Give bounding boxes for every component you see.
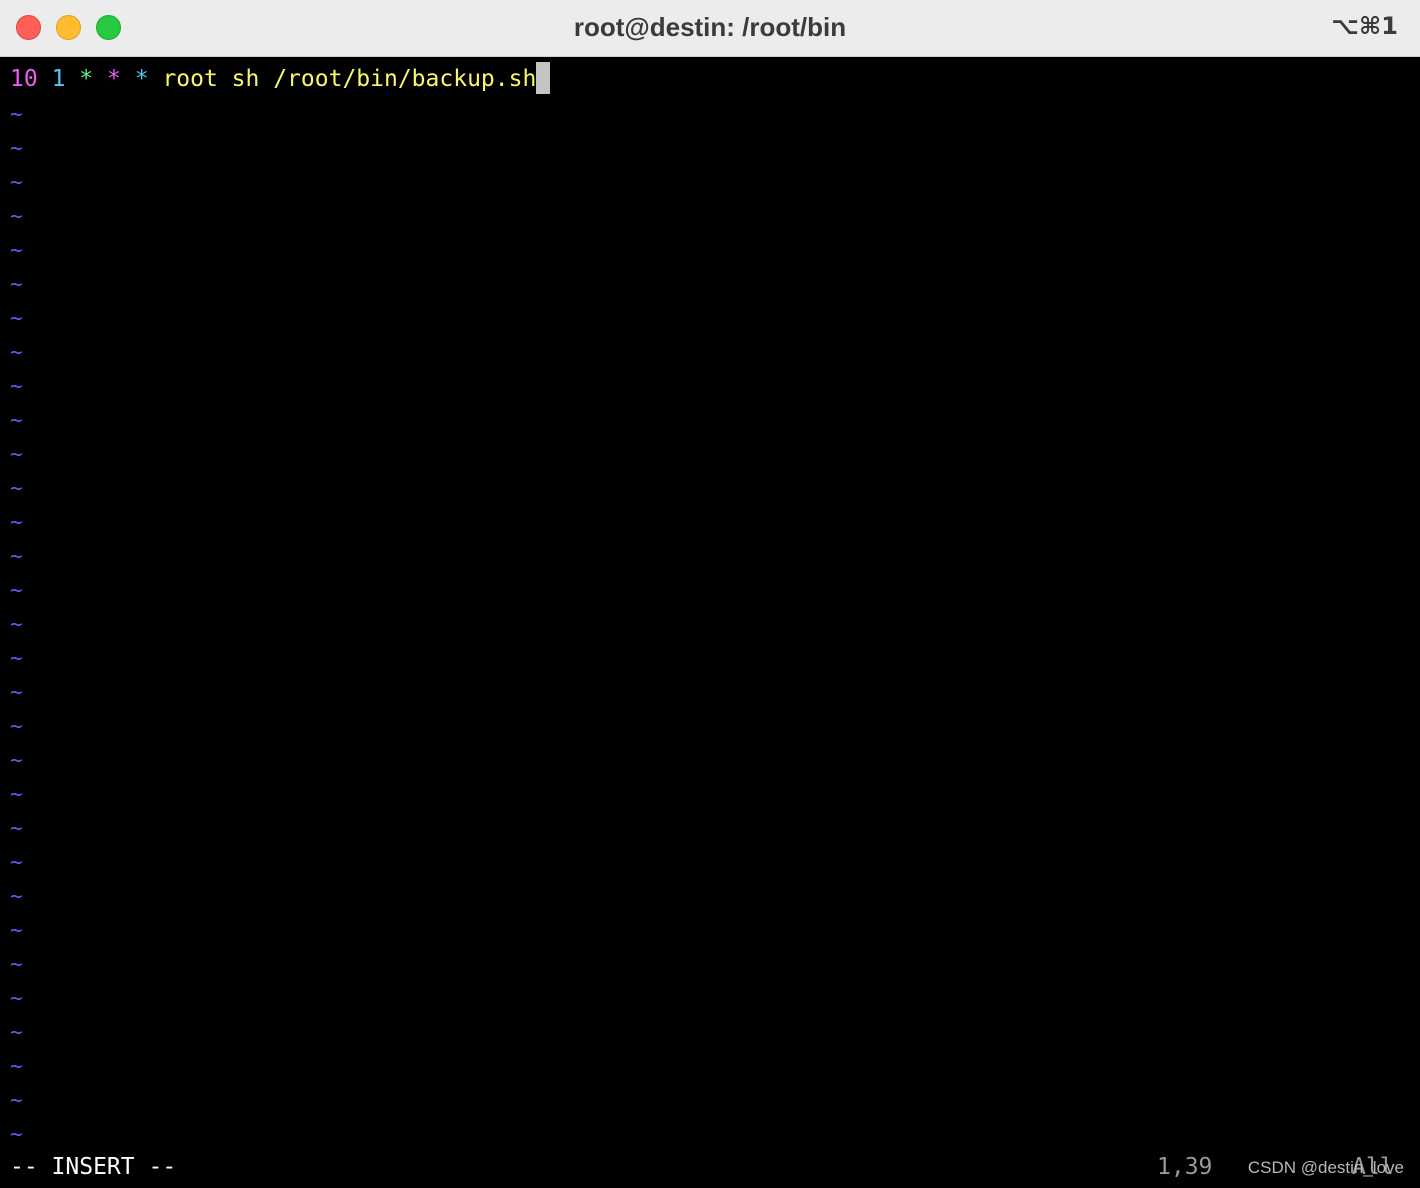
- empty-line-tilde: ~: [10, 442, 23, 466]
- empty-line-tilde: ~: [10, 1020, 23, 1044]
- empty-line-tilde: ~: [10, 884, 23, 908]
- empty-line-tilde: ~: [10, 1054, 23, 1078]
- empty-line-tilde: ~: [10, 986, 23, 1010]
- empty-line-tilde: ~: [10, 1088, 23, 1112]
- text-cursor: [536, 62, 551, 94]
- cron-hour: 1: [51, 66, 66, 92]
- mode-indicator: -- INSERT --: [10, 1154, 177, 1180]
- empty-line-tilde: ~: [10, 102, 23, 126]
- empty-line-tilde: ~: [10, 170, 23, 194]
- empty-line-tilde: ~: [10, 136, 23, 160]
- cron-day-of-week: *: [134, 66, 149, 92]
- empty-line-tilde: ~: [10, 272, 23, 296]
- empty-line-tilde: ~: [10, 1122, 23, 1146]
- window-title: root@destin: /root/bin: [573, 12, 847, 42]
- empty-line-tilde: ~: [10, 544, 23, 568]
- empty-line-tilde: ~: [10, 306, 23, 330]
- empty-line-tilde: ~: [10, 714, 23, 738]
- empty-line-tilde: ~: [10, 238, 23, 262]
- empty-line-tilde: ~: [10, 816, 23, 840]
- empty-line-tilde: ~: [10, 918, 23, 942]
- empty-line-tilde: ~: [10, 340, 23, 364]
- terminal-window: root@destin: /root/bin ⌥⌘1 10 1 * * * ro…: [0, 0, 1420, 1188]
- empty-line-tilde: ~: [10, 850, 23, 874]
- empty-line-tilde: ~: [10, 748, 23, 772]
- watermark: CSDN @destin_love: [1247, 1158, 1404, 1177]
- crontab-line-1[interactable]: 10 1 * * * root sh /root/bin/backup.sh: [10, 62, 551, 96]
- empty-line-tilde: ~: [10, 510, 23, 534]
- cursor-position: 1,39: [1157, 1154, 1213, 1180]
- empty-line-tilde: ~: [10, 952, 23, 976]
- empty-line-tilde: ~: [10, 408, 23, 432]
- empty-line-tilde: ~: [10, 612, 23, 636]
- empty-line-tilde: ~: [10, 646, 23, 670]
- cron-day-of-month: *: [79, 66, 94, 92]
- window-shortcut-label: ⌥⌘1: [1331, 12, 1398, 40]
- title-bar[interactable]: root@destin: /root/bin ⌥⌘1: [0, 0, 1420, 57]
- cron-minute: 10: [10, 66, 38, 92]
- empty-line-tilde: ~: [10, 476, 23, 500]
- cron-month: *: [107, 66, 121, 92]
- vim-editor-area[interactable]: 10 1 * * * root sh /root/bin/backup.sh ~…: [0, 57, 1420, 1188]
- empty-line-tilde: ~: [10, 374, 23, 398]
- empty-line-tilde: ~: [10, 578, 23, 602]
- empty-line-tilde: ~: [10, 204, 23, 228]
- cron-command: root sh /root/bin/backup.sh: [162, 66, 537, 92]
- empty-line-tilde: ~: [10, 680, 23, 704]
- empty-line-tilde: ~: [10, 782, 23, 806]
